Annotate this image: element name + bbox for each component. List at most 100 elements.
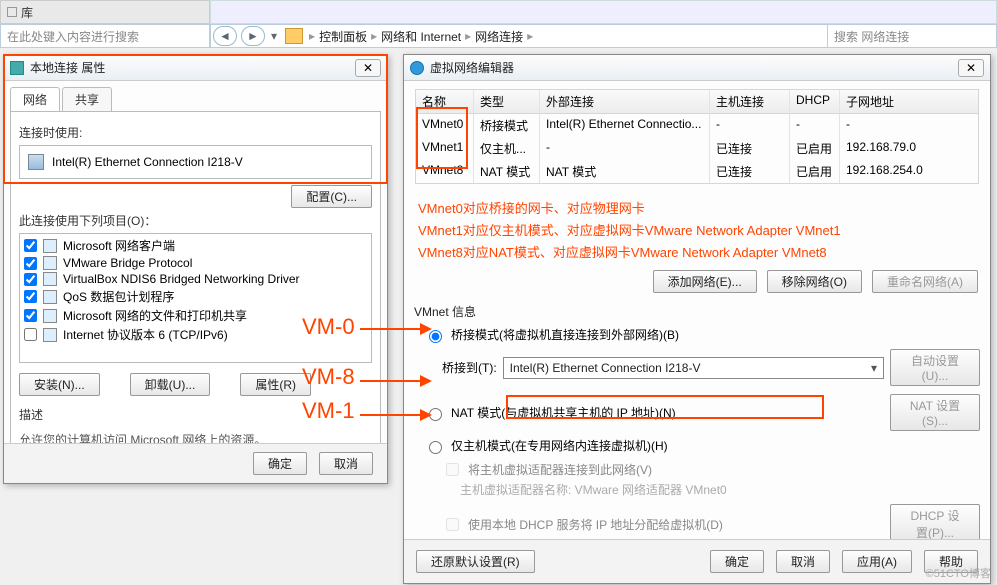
- install-button[interactable]: 安装(N)...: [19, 373, 100, 396]
- chevron-down-icon: ▾: [871, 361, 877, 375]
- remove-network-button[interactable]: 移除网络(O): [767, 270, 862, 293]
- description-heading: 描述: [19, 406, 372, 423]
- component-icon: [43, 328, 57, 342]
- table-header: 名称 类型 外部连接 主机连接 DHCP 子网地址: [416, 90, 978, 114]
- restore-defaults-button[interactable]: 还原默认设置(R): [416, 550, 535, 573]
- crumb-network-internet[interactable]: 网络和 Internet: [381, 28, 461, 45]
- nat-settings-button[interactable]: NAT 设置(S)...: [890, 394, 980, 431]
- dialog-footer: 还原默认设置(R) 确定 取消 应用(A) 帮助: [404, 539, 990, 583]
- watermark: ©51CTO博客: [926, 565, 991, 581]
- configure-button[interactable]: 配置(C)...: [291, 185, 372, 208]
- close-button[interactable]: ✕: [958, 59, 984, 77]
- item-checkbox[interactable]: [24, 239, 37, 252]
- items-label: 此连接使用下列项目(O)：: [19, 212, 372, 229]
- col-dhcp[interactable]: DHCP: [790, 90, 840, 113]
- radio-hostonly[interactable]: [429, 441, 442, 454]
- radio-bridge-row[interactable]: 桥接模式(将虚拟机直接连接到外部网络)(B): [424, 326, 980, 343]
- dhcp-settings-button[interactable]: DHCP 设置(P)...: [890, 504, 980, 544]
- list-item[interactable]: Microsoft 网络的文件和打印机共享: [22, 306, 369, 325]
- tab-share[interactable]: 共享: [62, 87, 112, 111]
- item-checkbox[interactable]: [24, 328, 37, 341]
- explorer-search[interactable]: 搜索 网络连接: [827, 24, 997, 48]
- adapter-name: Intel(R) Ethernet Connection I218-V: [52, 155, 243, 169]
- component-icon: [43, 309, 57, 323]
- item-checkbox[interactable]: [24, 257, 37, 270]
- vmnet-table[interactable]: 名称 类型 外部连接 主机连接 DHCP 子网地址 VMnet0桥接模式Inte…: [415, 89, 979, 184]
- network-items-list[interactable]: Microsoft 网络客户端 VMware Bridge Protocol V…: [19, 233, 372, 363]
- library-header: 库: [0, 0, 210, 24]
- item-label: VirtualBox NDIS6 Bridged Networking Driv…: [63, 272, 300, 286]
- library-search-placeholder: 在此处键入内容进行搜索: [7, 28, 139, 45]
- crumb-control-panel[interactable]: 控制面板: [319, 28, 367, 45]
- nav-back-button[interactable]: ◄: [213, 26, 237, 46]
- tab-network[interactable]: 网络: [10, 87, 60, 111]
- vmware-icon: [410, 61, 424, 75]
- list-item[interactable]: QoS 数据包计划程序: [22, 287, 369, 306]
- list-item[interactable]: VMware Bridge Protocol: [22, 255, 369, 271]
- ok-button[interactable]: 确定: [253, 452, 307, 475]
- properties-button[interactable]: 属性(R): [240, 373, 311, 396]
- connect-using-label: 连接时使用:: [19, 124, 372, 141]
- vmnet-info-label: VMnet 信息: [414, 303, 980, 320]
- rename-network-button[interactable]: 重命名网络(A): [872, 270, 978, 293]
- item-label: Microsoft 网络客户端: [63, 237, 175, 254]
- radio-hostonly-row[interactable]: 仅主机模式(在专用网络内连接虚拟机)(H): [424, 437, 980, 454]
- tab-strip: 网络 共享: [4, 81, 387, 111]
- auto-settings-button[interactable]: 自动设置(U)...: [890, 349, 980, 386]
- ok-button[interactable]: 确定: [710, 550, 764, 573]
- network-buttons: 添加网络(E)... 移除网络(O) 重命名网络(A): [404, 270, 990, 293]
- vmware-network-editor-dialog: 虚拟网络编辑器 ✕ 名称 类型 外部连接 主机连接 DHCP 子网地址 VMne…: [403, 54, 991, 584]
- radio-hostonly-label: 仅主机模式(在专用网络内连接虚拟机)(H): [451, 437, 668, 454]
- uninstall-button[interactable]: 卸载(U)...: [130, 373, 211, 396]
- breadcrumb-sep: ▸: [309, 29, 315, 43]
- host-adapter-check-row: 将主机虚拟适配器连接到此网络(V): [442, 460, 980, 479]
- explorer-search-placeholder: 搜索 网络连接: [834, 28, 909, 45]
- col-name[interactable]: 名称: [416, 90, 474, 113]
- library-search[interactable]: 在此处键入内容进行搜索: [0, 24, 210, 48]
- radio-nat[interactable]: [429, 408, 442, 421]
- crumb-network-connections[interactable]: 网络连接: [475, 28, 523, 45]
- dhcp-checkbox: [446, 518, 459, 531]
- col-subnet[interactable]: 子网地址: [840, 90, 960, 113]
- host-adapter-checkbox: [446, 463, 459, 476]
- dialog-titlebar[interactable]: 本地连接 属性 ✕: [4, 55, 387, 81]
- table-row[interactable]: VMnet0桥接模式Intel(R) Ethernet Connectio...…: [416, 114, 978, 137]
- dialog-footer: 确定 取消: [4, 443, 387, 483]
- apply-button[interactable]: 应用(A): [842, 550, 912, 573]
- dialog-titlebar[interactable]: 虚拟网络编辑器 ✕: [404, 55, 990, 81]
- col-type[interactable]: 类型: [474, 90, 540, 113]
- col-external[interactable]: 外部连接: [540, 90, 710, 113]
- item-checkbox[interactable]: [24, 290, 37, 303]
- radio-bridge[interactable]: [429, 330, 442, 343]
- cancel-button[interactable]: 取消: [319, 452, 373, 475]
- dhcp-label: 使用本地 DHCP 服务将 IP 地址分配给虚拟机(D): [468, 516, 723, 533]
- host-adapter-hint: 主机虚拟适配器名称: VMware 网络适配器 VMnet0: [460, 481, 980, 498]
- list-item[interactable]: Internet 协议版本 6 (TCP/IPv6): [22, 325, 369, 344]
- cancel-button[interactable]: 取消: [776, 550, 830, 573]
- vmnet-info-fieldset: VMnet 信息 桥接模式(将虚拟机直接连接到外部网络)(B) 桥接到(T): …: [414, 303, 980, 574]
- history-dropdown-icon[interactable]: ▾: [271, 29, 277, 43]
- item-label: Internet 协议版本 6 (TCP/IPv6): [63, 326, 228, 343]
- toolbar-strip: [210, 0, 997, 24]
- table-row[interactable]: VMnet1仅主机...-已连接已启用192.168.79.0: [416, 137, 978, 160]
- list-item[interactable]: VirtualBox NDIS6 Bridged Networking Driv…: [22, 271, 369, 287]
- item-checkbox[interactable]: [24, 273, 37, 286]
- item-label: Microsoft 网络的文件和打印机共享: [63, 307, 247, 324]
- item-checkbox[interactable]: [24, 309, 37, 322]
- close-button[interactable]: ✕: [355, 59, 381, 77]
- list-item[interactable]: Microsoft 网络客户端: [22, 236, 369, 255]
- radio-bridge-label: 桥接模式(将虚拟机直接连接到外部网络)(B): [451, 326, 679, 343]
- host-adapter-label: 将主机虚拟适配器连接到此网络(V): [468, 461, 652, 478]
- item-label: VMware Bridge Protocol: [63, 256, 192, 270]
- component-icon: [43, 290, 57, 304]
- bridge-to-label: 桥接到(T):: [442, 359, 497, 376]
- nav-forward-button[interactable]: ►: [241, 26, 265, 46]
- dialog-title: 本地连接 属性: [30, 59, 355, 76]
- folder-icon: [285, 28, 303, 44]
- add-network-button[interactable]: 添加网络(E)...: [653, 270, 757, 293]
- bridge-adapter-select[interactable]: Intel(R) Ethernet Connection I218-V ▾: [503, 357, 884, 379]
- radio-nat-row[interactable]: NAT 模式(与虚拟机共享主机的 IP 地址)(N) NAT 设置(S)...: [424, 394, 980, 431]
- col-host[interactable]: 主机连接: [710, 90, 790, 113]
- library-label: 库: [21, 4, 33, 21]
- table-row[interactable]: VMnet8NAT 模式NAT 模式已连接已启用192.168.254.0: [416, 160, 978, 183]
